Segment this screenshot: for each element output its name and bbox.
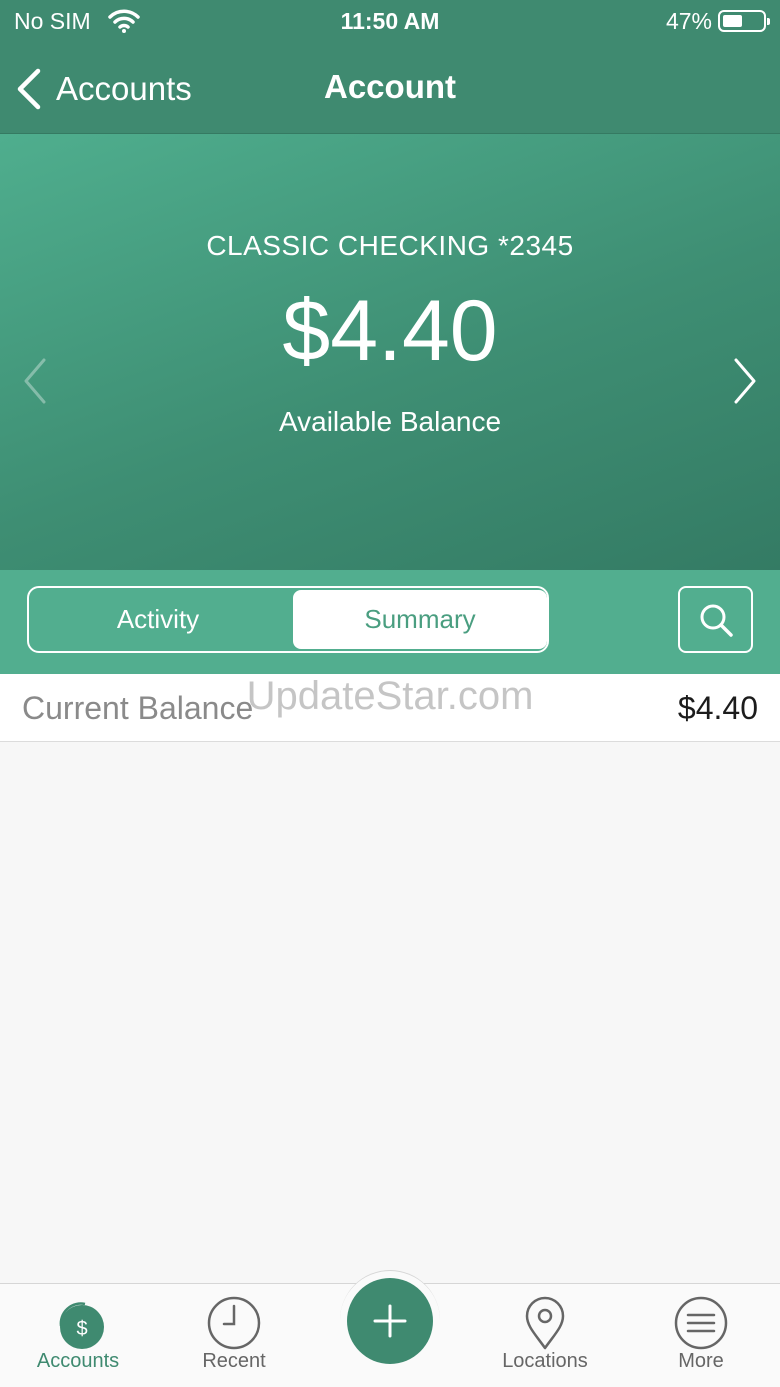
search-button[interactable]: [678, 586, 753, 653]
tabbar-item-recent[interactable]: Recent: [164, 1290, 304, 1382]
current-balance-label: Current Balance: [22, 690, 254, 726]
next-account-chevron-icon[interactable]: [732, 356, 760, 406]
available-balance-amount: $4.40: [282, 283, 498, 379]
battery-percent: 47%: [665, 8, 712, 34]
status-bar: No SIM 11:50 AM 47%: [0, 0, 780, 44]
tabbar-label-locations: Locations: [502, 1350, 588, 1372]
clock-icon: [207, 1296, 261, 1350]
tabbar-item-more[interactable]: More: [631, 1290, 771, 1382]
current-balance-value: $4.40: [677, 690, 758, 726]
top-bar: No SIM 11:50 AM 47% Accounts Account: [0, 0, 780, 134]
view-segmented-control: Activity Summary: [27, 586, 549, 653]
tabbar-item-locations[interactable]: Locations: [475, 1290, 615, 1382]
tabbar-item-accounts[interactable]: $ Accounts: [8, 1290, 148, 1382]
svg-text:$: $: [76, 1318, 87, 1340]
battery-icon: [718, 10, 770, 32]
tab-summary[interactable]: Summary: [293, 590, 547, 649]
tab-activity[interactable]: Activity: [31, 590, 285, 649]
location-pin-icon: [525, 1296, 565, 1350]
status-time: 11:50 AM: [340, 8, 440, 34]
segment-row: Activity Summary: [0, 570, 780, 674]
account-hero: CLASSIC CHECKING *2345 $4.40 Available B…: [0, 134, 780, 570]
page-title: Account: [324, 68, 456, 105]
available-balance-label: Available Balance: [278, 406, 502, 437]
tabbar-label-recent: Recent: [202, 1350, 266, 1372]
list-item: Current Balance $4.40: [0, 674, 780, 742]
menu-icon: [674, 1296, 728, 1350]
tabbar-label-more: More: [678, 1350, 724, 1372]
add-button[interactable]: [347, 1278, 433, 1364]
search-icon: [700, 604, 733, 637]
content-area: [0, 742, 780, 1283]
tabbar-label-accounts: Accounts: [36, 1350, 120, 1372]
plus-icon: [373, 1304, 407, 1338]
accounts-dollar-icon: $: [59, 1302, 104, 1349]
account-name: CLASSIC CHECKING *2345: [206, 230, 574, 261]
